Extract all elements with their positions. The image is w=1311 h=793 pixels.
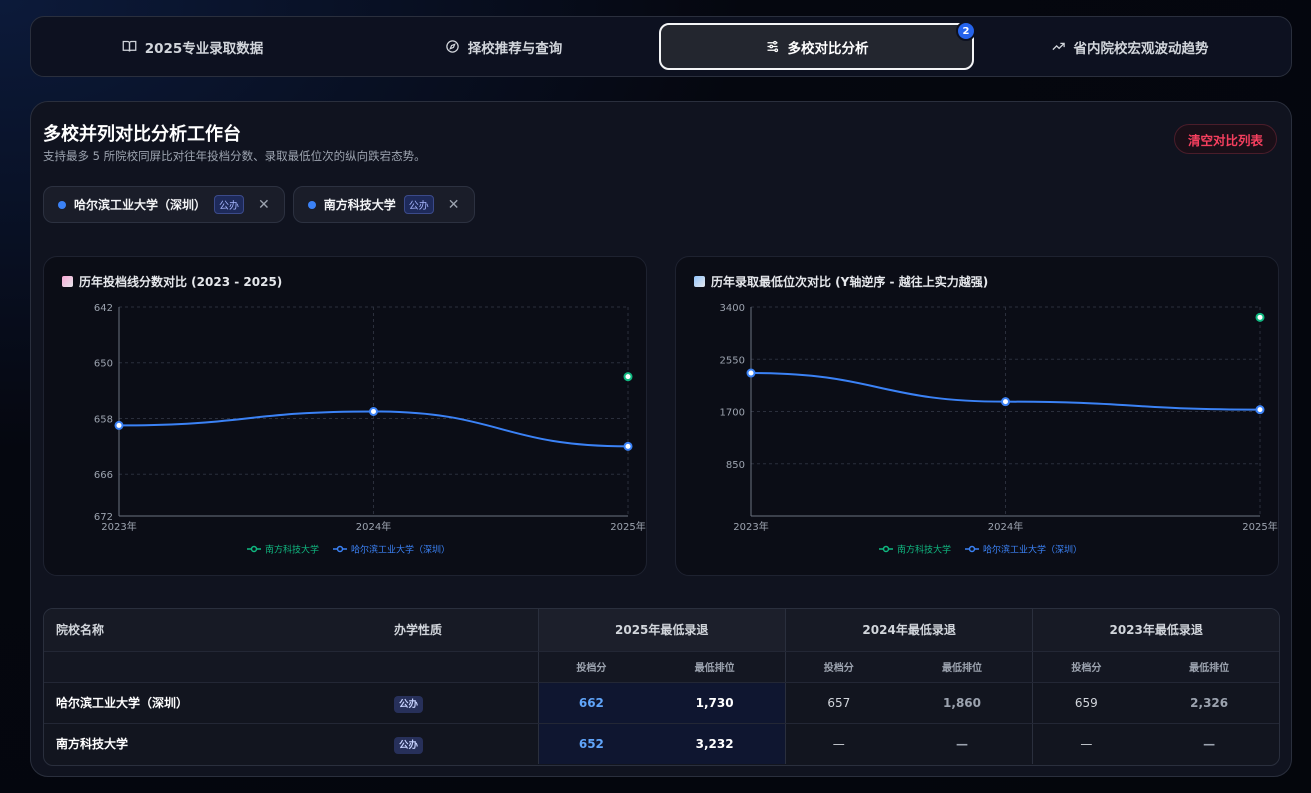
- score-2025-cell: 662: [537, 682, 645, 724]
- col-group-2024: 2024年最低录退: [784, 609, 1033, 652]
- data-point: [623, 372, 633, 382]
- tab-label: 2025专业录取数据: [144, 40, 264, 57]
- legend-marker: [250, 545, 258, 553]
- y-tick-label: 2550: [720, 355, 745, 366]
- school-name-cell: 南方科技大学: [56, 737, 129, 752]
- rank-2024-cell: 1,860: [891, 682, 1033, 724]
- rank-2025-cell: 1,730: [644, 682, 786, 724]
- score-2024-cell: 657: [784, 682, 892, 724]
- y-tick-label: 850: [726, 460, 745, 471]
- type-cell: 公办: [284, 682, 538, 724]
- rank-2024-cell: —: [956, 736, 969, 751]
- tab-label: 省内院校宏观波动趋势: [1073, 40, 1209, 57]
- y-tick-label: 666: [94, 470, 113, 481]
- type-tag: 公办: [394, 695, 424, 713]
- sub-rank-2024: 最低排位: [891, 651, 1033, 683]
- blank-header: [44, 651, 284, 683]
- clear-compare-button[interactable]: 清空对比列表: [1173, 124, 1277, 154]
- legend-label: 哈尔滨工业大学（深圳）: [983, 544, 1082, 556]
- tab-multi-school-compare[interactable]: 多校对比分析 2: [659, 21, 976, 70]
- y-tick-label: 658: [94, 414, 113, 425]
- dot-icon: [307, 200, 316, 209]
- x-tick-label: 2023年: [733, 520, 768, 533]
- score-2025-cell: 652: [537, 723, 645, 764]
- score-line-chart: 6726666586506422023年 2024年 2025年南方科技大学 哈尔滨工…: [94, 303, 646, 556]
- compare-table: 院校名称 办学性质 2025年最低录退 2024年最低录退 2023年最低录退 …: [43, 608, 1280, 766]
- chip-type-tag: 公办: [214, 195, 245, 214]
- rank-line-chart: 850 1700 2550 3400 2023年 2024年 2025年南方科技大学 哈尔滨工…: [720, 303, 1278, 556]
- blank-header: [284, 651, 538, 683]
- y-tick-label: 642: [94, 303, 113, 314]
- dot-icon: [58, 200, 66, 209]
- selected-schools: 哈尔滨工业大学（深圳） 公办 ✕ 南方科技大学 公办 ✕: [43, 186, 475, 223]
- y-tick-label: 1700: [720, 408, 745, 419]
- trend-up-icon: [1051, 42, 1065, 51]
- compare-panel: 多校并列对比分析工作台 支持最多 5 所院校同屏比对往年投档分数、录取最低位次的…: [30, 101, 1292, 777]
- data-point: [746, 368, 756, 378]
- sliders-icon: [767, 40, 778, 53]
- legend-marker: [336, 545, 344, 553]
- x-tick-label: 2024年: [988, 520, 1023, 533]
- school-name-cell: 哈尔滨工业大学（深圳）: [44, 682, 284, 724]
- x-tick-label: 2025年: [610, 520, 645, 533]
- close-icon[interactable]: ✕: [448, 197, 460, 213]
- tab-school-recommendation[interactable]: 择校推荐与查询: [348, 23, 659, 70]
- data-point: [1255, 312, 1265, 322]
- data-point: [1001, 397, 1010, 407]
- score-2024-cell: —: [784, 723, 892, 764]
- legend-label: 南方科技大学: [897, 544, 951, 556]
- school-chip: 哈尔滨工业大学（深圳） 公办 ✕: [43, 186, 285, 223]
- chip-school-name: 南方科技大学: [323, 198, 396, 212]
- col-school-type: 办学性质: [284, 609, 538, 652]
- legend-label: 南方科技大学: [265, 544, 319, 556]
- col-group-2023: 2023年最低录退: [1032, 609, 1279, 652]
- data-point: [1255, 405, 1265, 415]
- close-icon[interactable]: ✕: [258, 197, 270, 213]
- compare-count-badge: 2: [956, 21, 976, 41]
- legend-marker: [968, 545, 976, 553]
- chip-school-name: 哈尔滨工业大学（深圳）: [74, 198, 207, 212]
- score-2023-cell: 659: [1032, 682, 1140, 724]
- score-2023-cell: —: [1032, 723, 1140, 764]
- tab-province-trend[interactable]: 省内院校宏观波动趋势: [974, 23, 1285, 70]
- chip-type-tag: 公办: [403, 195, 434, 214]
- y-tick-label: 650: [94, 359, 113, 370]
- sub-rank-2023: 最低排位: [1139, 651, 1279, 683]
- y-tick-label: 3400: [720, 303, 745, 314]
- rank-2023-cell: —: [1203, 736, 1216, 751]
- data-point: [114, 420, 124, 430]
- tab-label: 择校推荐与查询: [467, 40, 563, 57]
- score-chart-card: 历年投档线分数对比 (2023 - 2025) 672 666 658 650 642 2…: [43, 256, 647, 576]
- table-row[interactable]: 哈尔滨工业大学（深圳） 公办 662 1,730 657 1,860 659 2…: [44, 682, 1279, 724]
- book-icon: [122, 40, 137, 52]
- rank-2025-cell: 3,232: [644, 723, 786, 764]
- rank-chart-card: 历年录取最低位次对比 (Y轴逆序 - 越往上实力越强) 850 1700 2550 3…: [675, 256, 1279, 576]
- type-tag: 公办: [394, 736, 424, 754]
- x-tick-label: 2024年: [356, 520, 391, 533]
- main-tabs: 2025专业录取数据 择校推荐与查询 多校对比分析 2 省内院校宏观波动趋势: [30, 16, 1292, 77]
- tab-2025-admission-data[interactable]: 2025专业录取数据: [37, 23, 348, 70]
- col-school-name: 院校名称: [44, 609, 284, 652]
- data-point: [623, 441, 633, 451]
- x-tick-label: 2023年: [101, 520, 136, 533]
- sub-score-2025: 投档分: [537, 651, 645, 683]
- sub-score-2023: 投档分: [1032, 651, 1140, 683]
- x-tick-label: 2025年: [1242, 520, 1277, 533]
- tab-label: 多校对比分析: [787, 40, 869, 57]
- data-point: [369, 407, 378, 416]
- legend-label: 哈尔滨工业大学（深圳）: [351, 544, 450, 556]
- legend-marker: [882, 545, 890, 553]
- sub-rank-2025: 最低排位: [644, 651, 786, 683]
- school-chip: 南方科技大学 公办 ✕: [292, 186, 475, 223]
- sub-score-2024: 投档分: [784, 651, 892, 683]
- rank-2023-cell: 2,326: [1139, 682, 1279, 724]
- col-group-2025: 2025年最低录退: [537, 609, 786, 652]
- compass-icon: [446, 40, 459, 53]
- table-row[interactable]: 南方科技大学 公办 652 3,232 — — — —: [44, 723, 1279, 764]
- page-subtitle: 支持最多 5 所院校同屏比对往年投档分数、录取最低位次的纵向跌宕态势。: [43, 149, 426, 163]
- type-cell: 公办: [284, 723, 538, 764]
- page-title: 多校并列对比分析工作台: [43, 124, 241, 145]
